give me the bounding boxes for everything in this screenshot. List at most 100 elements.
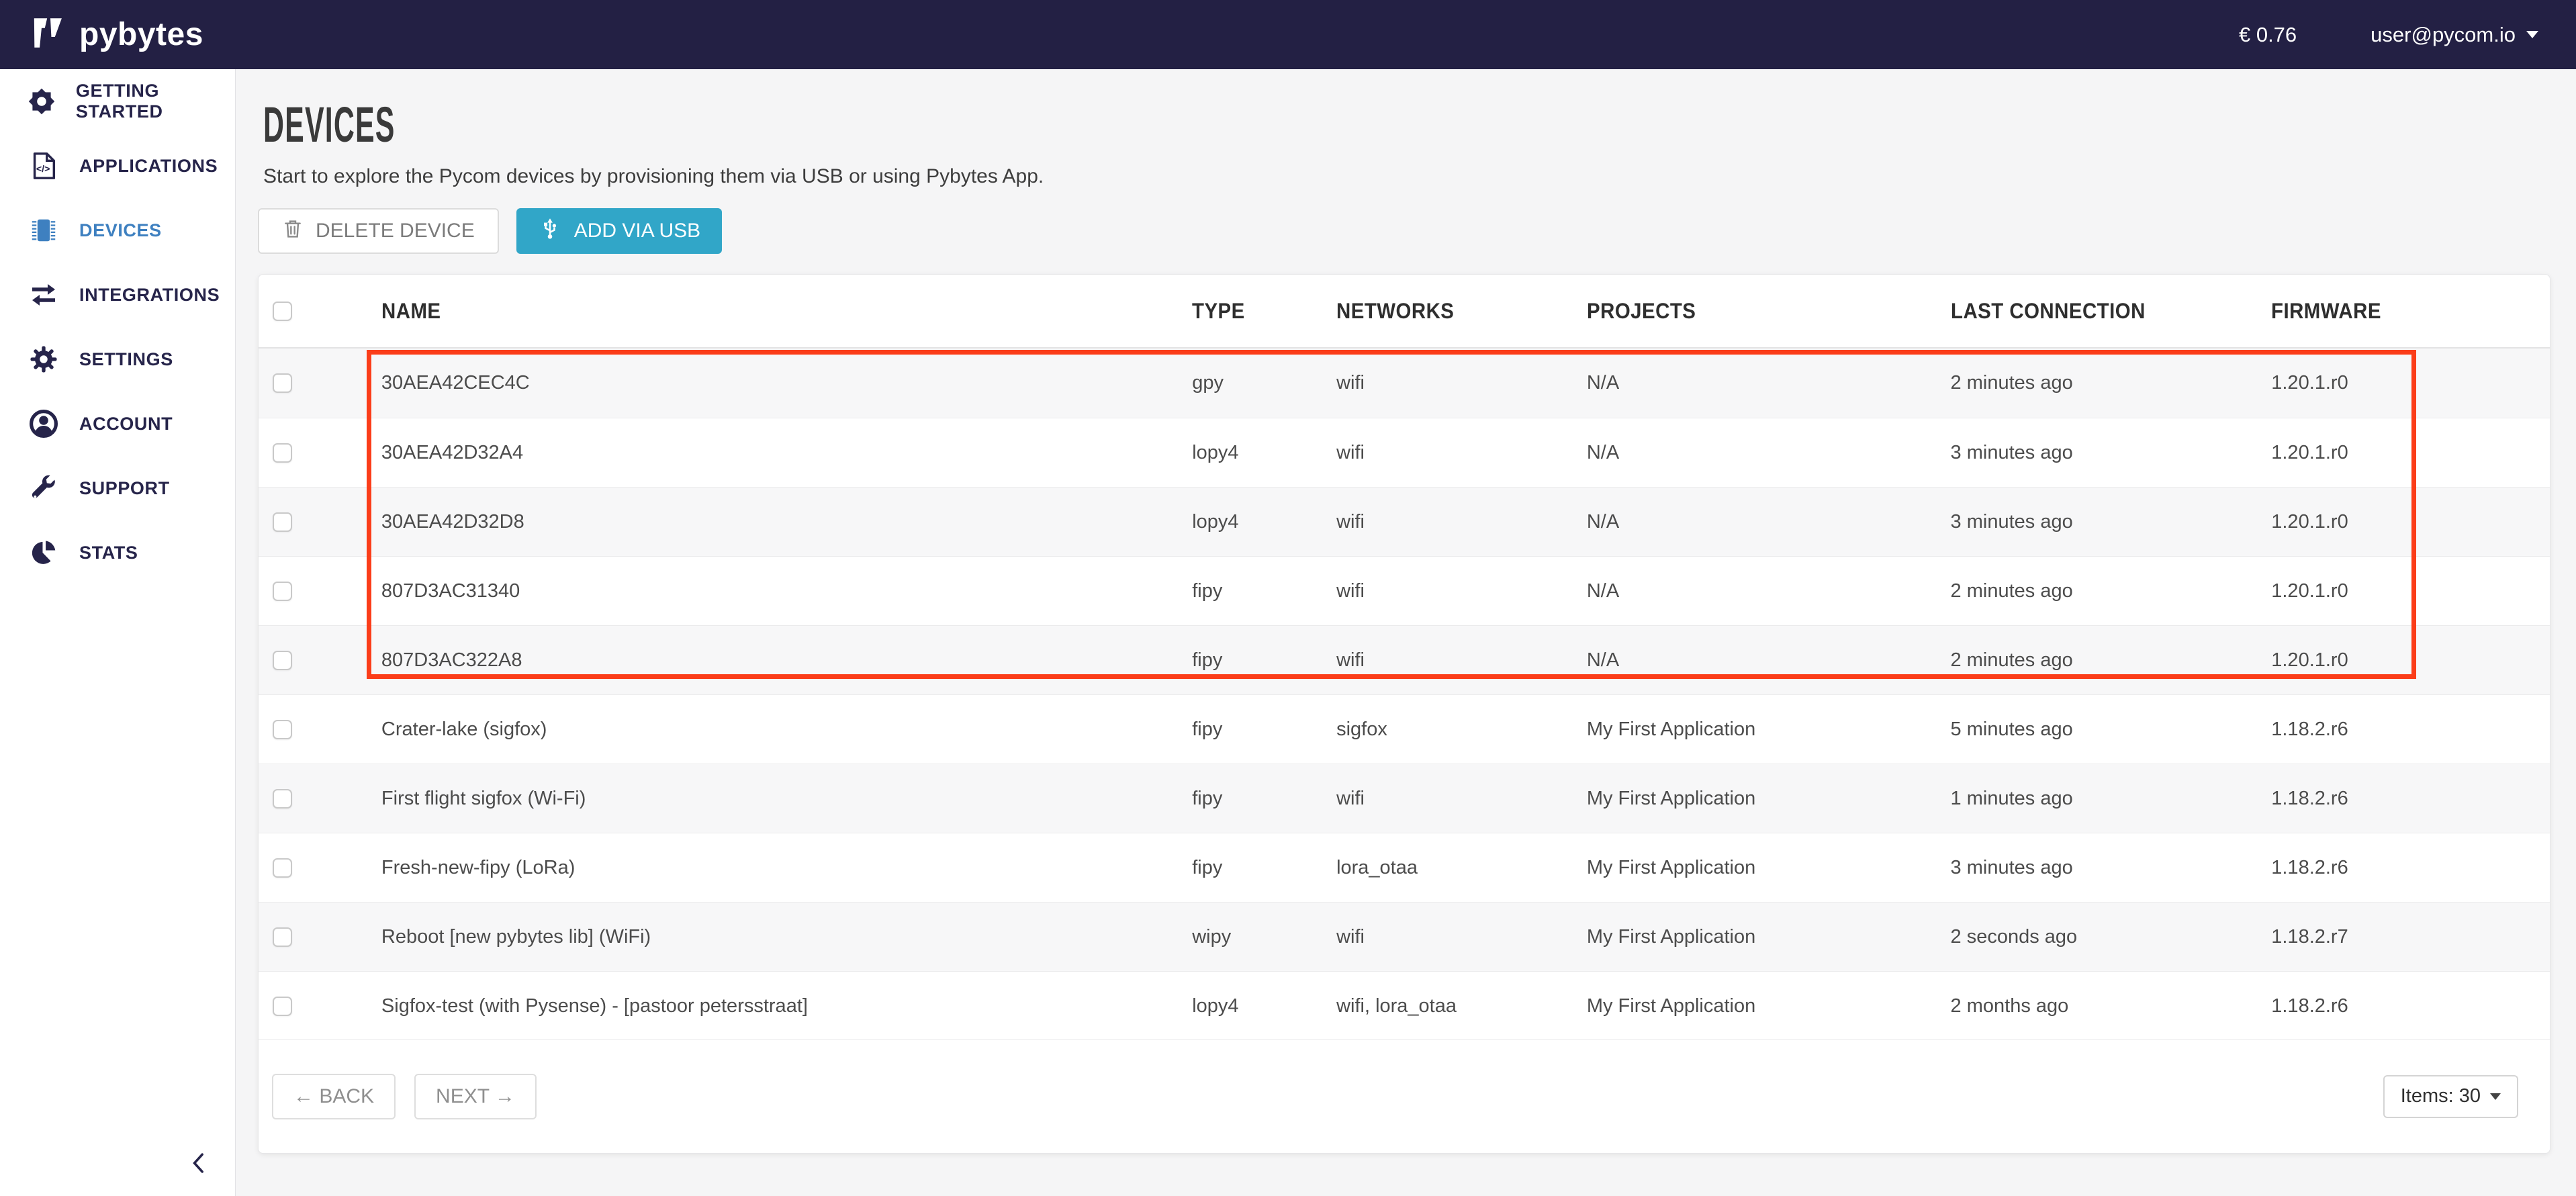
cell-firmware: 1.20.1.r0 <box>2271 511 2550 533</box>
row-checkbox[interactable] <box>273 927 292 947</box>
sidebar-item-settings[interactable]: SETTINGS <box>0 327 235 392</box>
cell-projects: My First Application <box>1587 995 1951 1017</box>
cell-networks: wifi <box>1336 926 1587 948</box>
cell-type: gpy <box>1192 372 1336 394</box>
cell-networks: wifi <box>1336 649 1587 672</box>
row-checkbox[interactable] <box>273 997 292 1016</box>
cell-type: fipy <box>1192 649 1336 672</box>
cell-name: 807D3AC31340 <box>381 580 1192 602</box>
cell-type: lopy4 <box>1192 995 1336 1017</box>
table-row[interactable]: 807D3AC31340 fipy wifi N/A 2 minutes ago… <box>259 556 2550 625</box>
back-button[interactable]: ← BACK <box>272 1074 396 1119</box>
sidebar-item-applications[interactable]: </> APPLICATIONS <box>0 134 235 198</box>
cell-networks: wifi <box>1336 788 1587 810</box>
row-checkbox[interactable] <box>273 651 292 670</box>
cell-firmware: 1.18.2.r6 <box>2271 995 2550 1017</box>
cell-last-connection: 2 minutes ago <box>1951 580 2272 602</box>
cell-name: 807D3AC322A8 <box>381 649 1192 672</box>
pie-chart-icon <box>26 537 62 568</box>
cell-firmware: 1.18.2.r6 <box>2271 788 2550 810</box>
cell-name: 30AEA42D32D8 <box>381 511 1192 533</box>
delete-device-label: DELETE DEVICE <box>316 220 475 242</box>
sun-icon <box>26 85 58 118</box>
next-button[interactable]: NEXT → <box>414 1074 537 1119</box>
chip-icon <box>26 215 62 246</box>
page-subtitle: Start to explore the Pycom devices by pr… <box>263 165 2576 188</box>
select-all-checkbox[interactable] <box>273 302 292 321</box>
chevron-down-icon <box>2490 1093 2501 1100</box>
cell-last-connection: 3 minutes ago <box>1951 442 2272 464</box>
cell-projects: N/A <box>1587 649 1951 672</box>
sidebar-item-devices[interactable]: DEVICES <box>0 198 235 263</box>
cell-networks: wifi <box>1336 511 1587 533</box>
sidebar-item-label: ACCOUNT <box>79 414 173 434</box>
arrows-exchange-icon <box>26 279 62 311</box>
row-checkbox[interactable] <box>273 443 292 463</box>
sidebar-item-getting-started[interactable]: GETTING STARTED <box>0 69 235 134</box>
sidebar-item-stats[interactable]: STATS <box>0 520 235 585</box>
cell-projects: My First Application <box>1587 719 1951 741</box>
table-row[interactable]: Crater-lake (sigfox) fipy sigfox My Firs… <box>259 694 2550 764</box>
delete-device-button[interactable]: DELETE DEVICE <box>258 208 499 254</box>
cell-name: First flight sigfox (Wi-Fi) <box>381 788 1192 810</box>
cell-last-connection: 3 minutes ago <box>1951 857 2272 879</box>
table-row[interactable]: 30AEA42D32A4 lopy4 wifi N/A 3 minutes ag… <box>259 418 2550 487</box>
sidebar-item-label: DEVICES <box>79 220 162 241</box>
table-row[interactable]: Sigfox-test (with Pysense) - [pastoor pe… <box>259 971 2550 1040</box>
wrench-icon <box>26 473 62 504</box>
table-row[interactable]: First flight sigfox (Wi-Fi) fipy wifi My… <box>259 764 2550 833</box>
row-checkbox[interactable] <box>273 789 292 809</box>
cell-projects: My First Application <box>1587 926 1951 948</box>
sidebar-item-support[interactable]: SUPPORT <box>0 456 235 520</box>
cell-last-connection: 3 minutes ago <box>1951 511 2272 533</box>
cell-name: Sigfox-test (with Pysense) - [pastoor pe… <box>381 995 1192 1017</box>
row-checkbox[interactable] <box>273 720 292 739</box>
cell-name: Reboot [new pybytes lib] (WiFi) <box>381 926 1192 948</box>
row-checkbox[interactable] <box>273 582 292 601</box>
devices-table-card: NAME TYPE NETWORKS PROJECTS LAST CONNECT… <box>258 274 2550 1154</box>
cell-last-connection: 2 minutes ago <box>1951 649 2272 672</box>
trash-icon <box>282 218 304 244</box>
table-row[interactable]: Fresh-new-fipy (LoRa) fipy lora_otaa My … <box>259 833 2550 902</box>
cell-name: 30AEA42CEC4C <box>381 372 1192 394</box>
column-header-name: NAME <box>381 299 1192 324</box>
account-balance: € 0.76 <box>2239 23 2297 47</box>
cell-type: lopy4 <box>1192 511 1336 533</box>
cell-type: fipy <box>1192 788 1336 810</box>
cell-firmware: 1.18.2.r6 <box>2271 857 2550 879</box>
pybytes-logo[interactable]: pybytes <box>31 13 203 56</box>
sidebar-item-integrations[interactable]: INTEGRATIONS <box>0 263 235 327</box>
cell-firmware: 1.18.2.r6 <box>2271 719 2550 741</box>
items-per-page-dropdown[interactable]: Items: 30 <box>2383 1075 2518 1118</box>
table-row[interactable]: 30AEA42CEC4C gpy wifi N/A 2 minutes ago … <box>259 349 2550 418</box>
cell-projects: N/A <box>1587 372 1951 394</box>
cell-firmware: 1.18.2.r7 <box>2271 926 2550 948</box>
add-via-usb-button[interactable]: ADD VIA USB <box>516 208 722 254</box>
user-menu[interactable]: user@pycom.io <box>2371 23 2538 47</box>
table-row[interactable]: 807D3AC322A8 fipy wifi N/A 2 minutes ago… <box>259 625 2550 694</box>
row-checkbox[interactable] <box>273 512 292 532</box>
cell-networks: wifi <box>1336 442 1587 464</box>
cell-last-connection: 1 minutes ago <box>1951 788 2272 810</box>
cell-type: lopy4 <box>1192 442 1336 464</box>
cell-firmware: 1.20.1.r0 <box>2271 649 2550 672</box>
sidebar-item-label: STATS <box>79 543 138 563</box>
table-footer: ← BACK NEXT → Items: 30 <box>259 1039 2550 1153</box>
table-row[interactable]: Reboot [new pybytes lib] (WiFi) wipy wif… <box>259 902 2550 971</box>
cell-name: 30AEA42D32A4 <box>381 442 1192 464</box>
row-checkbox[interactable] <box>273 373 292 393</box>
brand-name: pybytes <box>79 16 203 53</box>
table-row[interactable]: 30AEA42D32D8 lopy4 wifi N/A 3 minutes ag… <box>259 487 2550 556</box>
items-per-page-label: Items: 30 <box>2401 1085 2481 1107</box>
sidebar-item-account[interactable]: ACCOUNT <box>0 392 235 456</box>
sidebar-collapse-button[interactable] <box>188 1151 210 1179</box>
cell-last-connection: 2 seconds ago <box>1951 926 2272 948</box>
column-header-projects: PROJECTS <box>1587 299 1951 324</box>
row-checkbox[interactable] <box>273 858 292 878</box>
user-icon <box>26 408 62 440</box>
cell-type: wipy <box>1192 926 1336 948</box>
chevron-down-icon <box>2526 31 2538 38</box>
cell-projects: N/A <box>1587 580 1951 602</box>
sidebar-item-label: SUPPORT <box>79 478 170 499</box>
cell-type: fipy <box>1192 719 1336 741</box>
